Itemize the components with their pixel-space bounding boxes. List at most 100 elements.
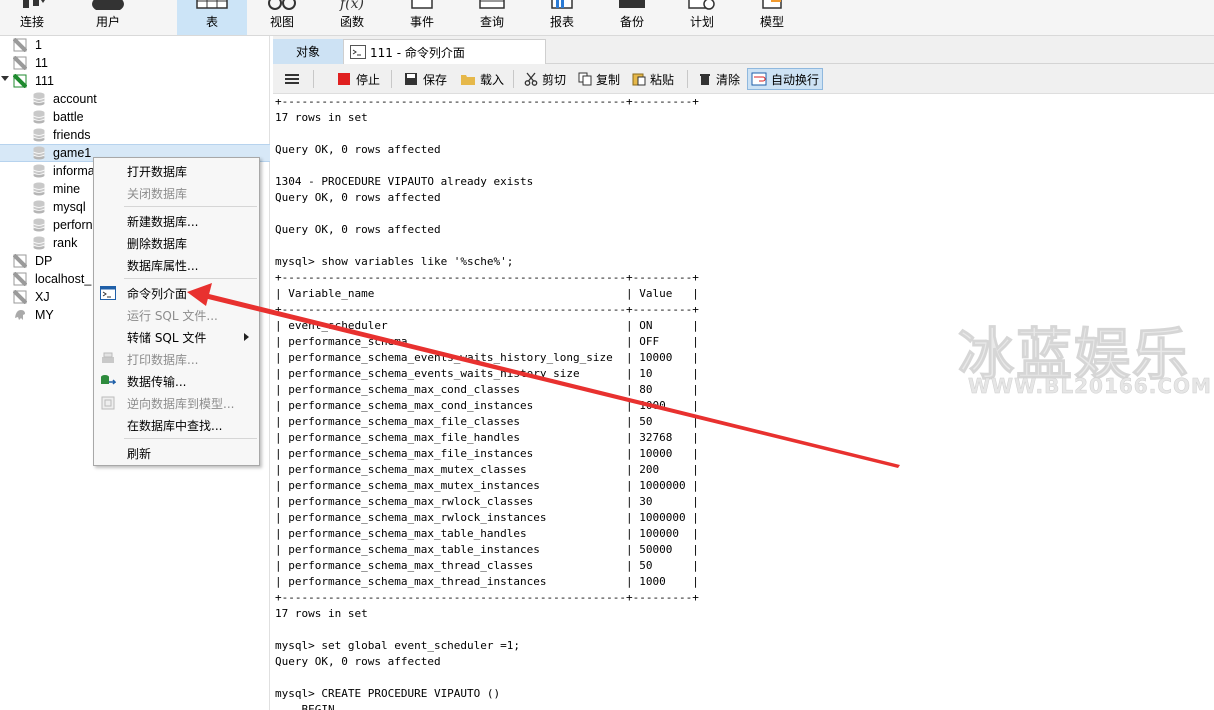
backup-label: 备份	[619, 15, 644, 29]
tab-command-console-label: 111 - 命令列介面	[370, 45, 465, 60]
tree-item-label: battle	[53, 110, 84, 124]
console-line: | performance_schema_max_mutex_classes |…	[275, 463, 699, 476]
toolbar-separator	[391, 70, 392, 88]
console-output[interactable]: +---------------------------------------…	[273, 94, 1214, 710]
menu-dump-sql-file[interactable]: 转储 SQL 文件	[94, 327, 259, 347]
schedule-icon	[688, 0, 715, 10]
console-line: | performance_schema_max_rwlock_classes …	[275, 495, 699, 508]
view-icon	[268, 0, 296, 10]
data-transfer-icon	[101, 375, 116, 385]
menu-new-database[interactable]: 新建数据库...	[94, 211, 259, 231]
function-icon: f(x)	[339, 0, 365, 12]
menu-refresh[interactable]: 刷新	[94, 443, 259, 463]
console-line: | performance_schema_max_thread_instance…	[275, 575, 699, 588]
console-line: +---------------------------------------…	[275, 95, 699, 108]
table-label: 表	[205, 15, 218, 29]
tree-connection-item[interactable]: 1	[0, 36, 270, 54]
mysql-connection-icon	[15, 310, 25, 320]
database-icon	[33, 164, 45, 178]
schedule-button[interactable]: 计划	[678, 0, 726, 35]
table-button[interactable]: 表	[177, 0, 247, 35]
console-toolbar: 停止 保存 载入 剪切 复制 粘贴 清除 自动换行	[273, 64, 1214, 94]
database-icon	[33, 236, 45, 250]
load-button[interactable]: 载入	[457, 68, 507, 90]
tree-connection-item[interactable]: 111	[0, 72, 270, 90]
menu-delete-database-label: 删除数据库	[127, 236, 188, 251]
menu-command-console-label: 命令列介面	[127, 286, 188, 301]
tree-connection-item[interactable]: 11	[0, 54, 270, 72]
menu-close-database-label: 关闭数据库	[127, 186, 188, 201]
connect-button[interactable]: 连接	[4, 0, 60, 35]
tab-objects[interactable]: 对象	[273, 39, 343, 64]
paste-button[interactable]: 粘贴	[629, 68, 677, 90]
menu-data-transfer[interactable]: 数据传输...	[94, 371, 259, 391]
tree-item-label: 111	[35, 74, 55, 88]
clear-button[interactable]: 清除	[695, 68, 743, 90]
menu-separator	[124, 278, 257, 279]
tree-item-label: 11	[35, 56, 48, 70]
menu-button[interactable]	[281, 68, 303, 90]
console-line: | event_scheduler | ON |	[275, 319, 699, 332]
user-icon	[92, 0, 124, 10]
copy-button[interactable]: 复制	[575, 68, 623, 90]
tree-database-item[interactable]: battle	[0, 108, 270, 126]
console-line: mysql> CREATE PROCEDURE VIPAUTO ()	[275, 687, 501, 700]
user-button[interactable]: 用户	[78, 0, 138, 35]
menu-find-in-database-label: 在数据库中查找...	[127, 418, 223, 433]
event-button[interactable]: 事件	[398, 0, 446, 35]
menu-command-console[interactable]: 命令列介面	[94, 283, 259, 303]
menu-delete-database[interactable]: 删除数据库	[94, 233, 259, 253]
model-icon	[762, 0, 782, 9]
report-label: 报表	[549, 15, 574, 29]
word-wrap-toggle[interactable]: 自动换行	[747, 68, 824, 90]
stop-label: 停止	[356, 72, 381, 87]
cut-button[interactable]: 剪切	[521, 68, 569, 90]
tree-item-label: MY	[35, 308, 54, 322]
backup-icon	[619, 0, 645, 8]
menu-open-database[interactable]: 打开数据库	[94, 161, 259, 181]
console-line: +---------------------------------------…	[275, 591, 699, 604]
console-line: mysql> set global event_scheduler =1;	[275, 639, 521, 652]
main-toolbar: 连接 用户 表 视图 f(x) 函数 事件 查询 报表 备份 计划 模型	[0, 0, 1214, 36]
save-button[interactable]: 保存	[401, 68, 450, 90]
connect-icon	[23, 0, 45, 8]
tree-item-label: mysql	[53, 200, 86, 214]
tab-bar: 对象 111 - 命令列介面	[273, 36, 1214, 64]
connect-label: 连接	[19, 15, 44, 29]
word-wrap-icon	[751, 72, 767, 86]
console-line: | performance_schema_max_file_instances …	[275, 447, 699, 460]
console-line: Query OK, 0 rows affected	[275, 655, 441, 668]
console-line: 17 rows in set	[275, 111, 368, 124]
connection-icon	[13, 254, 27, 268]
function-button[interactable]: f(x) 函数	[328, 0, 376, 35]
console-icon	[350, 45, 366, 59]
expand-chevron-icon[interactable]	[1, 76, 9, 81]
hamburger-icon	[285, 74, 299, 84]
menu-dump-sql-file-label: 转储 SQL 文件	[127, 330, 207, 345]
console-line: | performance_schema_max_table_instances…	[275, 543, 699, 556]
connection-icon	[13, 74, 27, 88]
tree-item-label: account	[53, 92, 97, 106]
menu-find-in-database[interactable]: 在数据库中查找...	[94, 415, 259, 435]
menu-open-database-label: 打开数据库	[127, 164, 188, 179]
tree-database-item[interactable]: account	[0, 90, 270, 108]
tree-item-label: mine	[53, 182, 81, 196]
stop-button[interactable]: 停止	[335, 68, 383, 90]
schedule-label: 计划	[689, 15, 714, 29]
report-button[interactable]: 报表	[538, 0, 586, 35]
tab-command-console[interactable]: 111 - 命令列介面	[343, 39, 546, 64]
copy-icon	[578, 72, 592, 86]
tree-database-item[interactable]: friends	[0, 126, 270, 144]
menu-database-properties[interactable]: 数据库属性...	[94, 255, 259, 275]
model-button[interactable]: 模型	[748, 0, 796, 35]
cut-label: 剪切	[542, 72, 567, 87]
backup-button[interactable]: 备份	[608, 0, 656, 35]
report-icon	[551, 0, 573, 9]
view-button[interactable]: 视图	[258, 0, 306, 35]
query-button[interactable]: 查询	[468, 0, 516, 35]
folder-icon	[461, 75, 475, 85]
